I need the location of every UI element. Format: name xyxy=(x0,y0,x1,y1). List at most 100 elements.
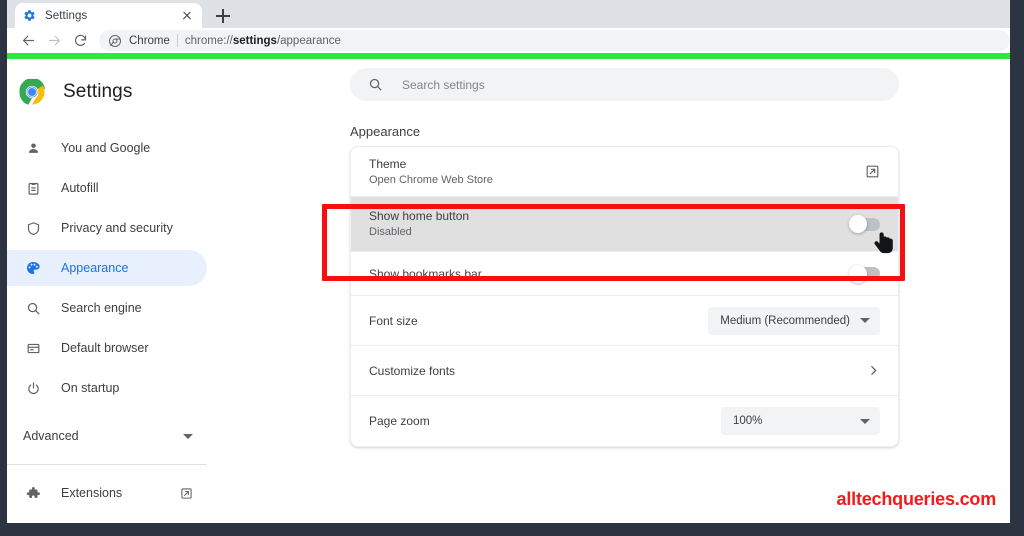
sidebar-item-label: Appearance xyxy=(61,261,129,275)
settings-sidebar: Settings You and Google Autofill Privacy… xyxy=(7,59,327,523)
setting-row-show-bookmarks-bar[interactable]: Show bookmarks bar xyxy=(351,252,898,296)
sidebar-item-you-and-google[interactable]: You and Google xyxy=(7,130,207,166)
sidebar-item-extensions[interactable]: Extensions xyxy=(7,475,207,511)
row-text: Theme Open Chrome Web Store xyxy=(369,156,865,188)
sidebar-item-label: Search engine xyxy=(61,301,142,315)
row-title: Theme xyxy=(369,156,407,171)
sidebar-item-label: Default browser xyxy=(61,341,149,355)
show-home-button-toggle[interactable] xyxy=(849,215,880,233)
settings-gear-icon xyxy=(24,10,35,21)
search-settings-input[interactable]: Search settings xyxy=(350,68,899,101)
tab-strip: Settings xyxy=(7,0,1010,28)
external-link-icon[interactable] xyxy=(865,164,880,179)
sidebar-item-appearance[interactable]: Appearance xyxy=(7,250,207,286)
row-subtitle: Disabled xyxy=(369,226,412,238)
setting-row-font-size[interactable]: Font size Medium (Recommended) xyxy=(351,296,898,346)
row-control[interactable]: 100% xyxy=(721,407,880,435)
browser-window: Settings Chrome chrome://settings/appear… xyxy=(7,0,1010,523)
settings-main-content: Search settings Appearance Theme Open Ch… xyxy=(327,59,1010,523)
chevron-down-icon xyxy=(183,433,193,439)
sidebar-item-label: You and Google xyxy=(61,141,151,155)
row-text: Page zoom xyxy=(369,413,721,429)
palette-icon xyxy=(23,258,43,278)
setting-row-show-home-button[interactable]: Show home button Disabled xyxy=(351,197,898,252)
url-prefix: chrome:// xyxy=(184,34,233,47)
row-text: Show bookmarks bar xyxy=(369,266,850,282)
toggle-knob xyxy=(849,215,867,233)
row-subtitle: Open Chrome Web Store xyxy=(369,173,493,186)
new-tab-button[interactable] xyxy=(212,5,234,27)
setting-row-page-zoom[interactable]: Page zoom 100% xyxy=(351,396,898,446)
row-title: Font size xyxy=(369,313,418,328)
row-title: Customize fonts xyxy=(369,363,456,378)
search-placeholder: Search settings xyxy=(402,77,485,92)
reload-button[interactable] xyxy=(67,30,93,52)
show-bookmarks-bar-toggle[interactable] xyxy=(849,264,880,283)
page-title: Settings xyxy=(63,81,133,102)
search-icon xyxy=(368,77,383,92)
row-text: Font size xyxy=(369,313,708,329)
setting-row-customize-fonts[interactable]: Customize fonts xyxy=(351,346,898,396)
row-title: Show bookmarks bar xyxy=(369,266,482,281)
url-suffix: /appearance xyxy=(276,34,341,47)
appearance-settings-card: Theme Open Chrome Web Store Show home bu… xyxy=(350,146,899,447)
omnibox-separator xyxy=(176,34,178,47)
reload-icon xyxy=(74,34,86,46)
browser-tab-settings[interactable]: Settings xyxy=(15,3,202,28)
sidebar-divider xyxy=(7,464,207,465)
sidebar-item-on-startup[interactable]: On startup xyxy=(7,370,207,406)
row-text: Customize fonts xyxy=(369,363,866,379)
power-icon xyxy=(23,378,43,398)
back-button[interactable] xyxy=(15,30,41,52)
screenshot-frame: Settings Chrome chrome://settings/appear… xyxy=(0,0,1024,536)
sidebar-item-advanced[interactable]: Advanced xyxy=(7,418,207,454)
person-icon xyxy=(23,138,43,158)
settings-page: Settings You and Google Autofill Privacy… xyxy=(7,59,1010,523)
settings-brand: Settings xyxy=(7,68,327,116)
omnibox-url: chrome://settings/appearance xyxy=(185,35,341,47)
sidebar-nav-list: You and Google Autofill Privacy and secu… xyxy=(7,130,327,406)
omnibox-site-label: Chrome xyxy=(129,34,170,47)
row-text: Show home button Disabled xyxy=(369,208,850,240)
url-bold-segment: settings xyxy=(232,34,277,47)
search-icon xyxy=(23,298,43,318)
clipboard-icon xyxy=(23,178,43,198)
browser-toolbar: Chrome chrome://settings/appearance xyxy=(7,28,1010,53)
sidebar-item-privacy-and-security[interactable]: Privacy and security xyxy=(7,210,207,246)
sidebar-item-search-engine[interactable]: Search engine xyxy=(7,290,207,326)
sidebar-item-autofill[interactable]: Autofill xyxy=(7,170,207,206)
chevron-down-icon xyxy=(860,318,870,323)
close-icon[interactable] xyxy=(180,9,194,23)
chevron-right-icon[interactable] xyxy=(866,364,880,378)
sidebar-item-default-browser[interactable]: Default browser xyxy=(7,330,207,366)
row-control[interactable]: Medium (Recommended) xyxy=(708,306,880,335)
setting-row-theme[interactable]: Theme Open Chrome Web Store xyxy=(351,147,898,197)
sidebar-advanced-label: Advanced xyxy=(23,429,79,443)
chrome-logo-icon xyxy=(19,79,45,105)
sidebar-item-about-chrome[interactable]: About Chrome xyxy=(7,515,207,523)
toggle-knob xyxy=(849,264,867,283)
address-bar[interactable]: Chrome chrome://settings/appearance xyxy=(99,30,1010,51)
forward-button[interactable] xyxy=(41,30,67,52)
window-icon xyxy=(23,338,43,358)
puzzle-icon xyxy=(23,483,43,503)
tab-title: Settings xyxy=(45,9,88,22)
arrow-left-icon xyxy=(22,35,34,46)
sidebar-item-label: On startup xyxy=(61,381,120,395)
row-control[interactable] xyxy=(865,164,880,179)
sidebar-item-label: Privacy and security xyxy=(61,221,173,235)
sidebar-item-label: Autofill xyxy=(61,181,99,195)
chevron-down-icon xyxy=(860,418,870,424)
page-zoom-select[interactable]: 100% xyxy=(721,407,880,435)
section-heading-appearance: Appearance xyxy=(350,124,421,139)
external-link-icon[interactable] xyxy=(179,486,193,500)
select-value: Medium (Recommended) xyxy=(720,314,850,327)
row-control[interactable] xyxy=(866,364,880,378)
row-control[interactable] xyxy=(849,264,880,283)
row-title: Show home button xyxy=(369,209,470,223)
font-size-select[interactable]: Medium (Recommended) xyxy=(708,306,880,335)
row-control[interactable] xyxy=(849,215,880,233)
row-title: Page zoom xyxy=(369,414,430,428)
arrow-right-icon xyxy=(48,35,60,46)
shield-icon xyxy=(23,218,43,238)
